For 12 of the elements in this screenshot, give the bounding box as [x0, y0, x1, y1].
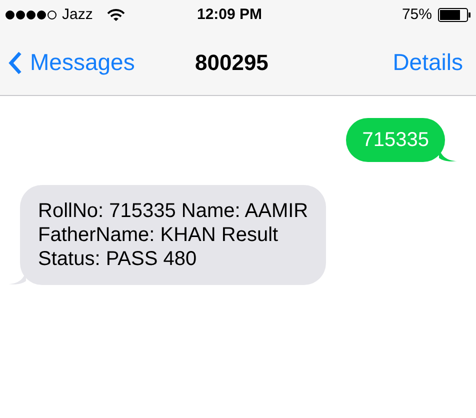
wifi-icon	[106, 8, 125, 22]
chevron-left-icon	[8, 50, 22, 74]
details-button[interactable]: Details	[392, 45, 463, 80]
battery-percentage: 75%	[402, 4, 432, 25]
message-bubble: 715335	[346, 118, 445, 162]
signal-icon	[5, 10, 57, 20]
back-button[interactable]: Messages	[8, 45, 135, 80]
clock-time: 12:09 PM	[197, 4, 262, 25]
message-bubble: RollNo: 715335 Name: AAMIR FatherName: KHAN Result Status: PASS 480	[20, 185, 326, 285]
battery-icon	[438, 8, 471, 22]
conversation-title: 800295	[195, 49, 268, 77]
carrier-name: Jazz	[62, 4, 93, 25]
